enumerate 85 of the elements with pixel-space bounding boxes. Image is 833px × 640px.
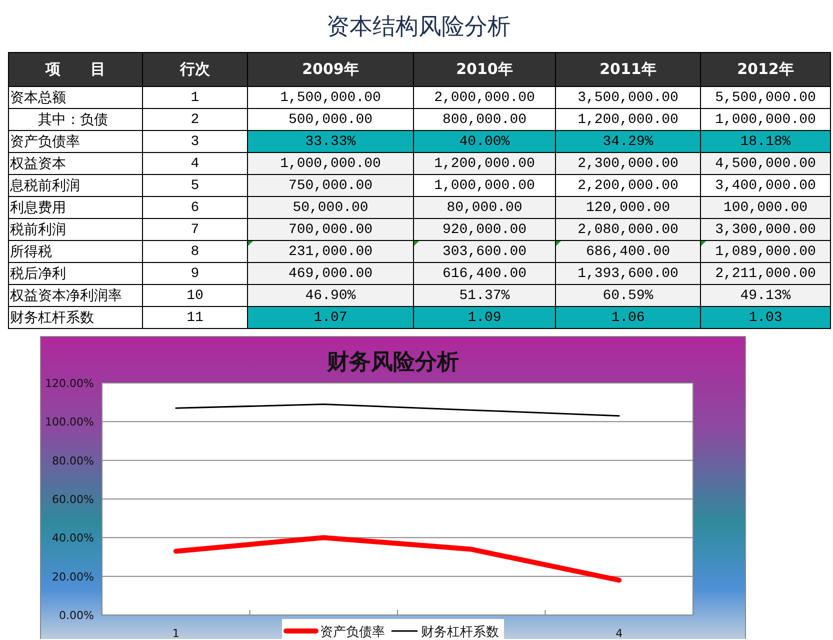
table-cell: 权益资本净利润率 — [8, 284, 142, 306]
table-cell: 1,200,000.00 — [556, 108, 700, 130]
table-cell: 2,300,000.00 — [556, 152, 700, 174]
axis-label: 0.00% — [59, 609, 94, 622]
table-cell: 469,000.00 — [248, 262, 414, 284]
table-cell: 税后净利 — [8, 262, 142, 284]
table-cell: 2,211,000.00 — [700, 262, 830, 284]
table-cell: 1.07 — [248, 306, 414, 328]
table-cell: 2,080,000.00 — [556, 218, 700, 240]
table-cell: 税前利润 — [8, 218, 142, 240]
table-cell: 1 — [142, 86, 248, 108]
table-cell: 7 — [142, 218, 248, 240]
axis-label: 20.00% — [52, 570, 94, 584]
table-cell: 800,000.00 — [414, 108, 556, 130]
table-cell: 资产负债率 — [8, 130, 142, 152]
table-cell: 1.09 — [414, 306, 556, 328]
table-cell: 8 — [142, 240, 248, 262]
legend-label: 资产负债率 — [320, 625, 385, 639]
table-cell: 9 — [142, 262, 248, 284]
table-cell: 11 — [142, 306, 248, 328]
table-cell: 4 — [142, 152, 248, 174]
legend-label: 财务杠杆系数 — [421, 625, 499, 639]
table-cell: 2,200,000.00 — [556, 174, 700, 196]
column-header: 项 目 — [8, 52, 142, 86]
table-cell: 3 — [142, 130, 248, 152]
table-cell: 5,500,000.00 — [700, 86, 830, 108]
table-cell: 10 — [142, 284, 248, 306]
axis-label: 120.00% — [45, 377, 94, 390]
table-cell: 50,000.00 — [248, 196, 414, 218]
table-cell: 3,300,000.00 — [700, 218, 830, 240]
table-cell: 750,000.00 — [248, 174, 414, 196]
table-cell: 700,000.00 — [248, 218, 414, 240]
table-cell: 1,089,000.00 — [700, 240, 830, 262]
table-cell: 1,500,000.00 — [248, 86, 414, 108]
table-cell: 616,400.00 — [414, 262, 556, 284]
table-cell: 46.90% — [248, 284, 414, 306]
table-cell: 息税前利润 — [8, 174, 142, 196]
table-cell: 40.00% — [414, 130, 556, 152]
table-cell: 4,500,000.00 — [700, 152, 830, 174]
table-cell: 1,200,000.00 — [414, 152, 556, 174]
column-header: 2012年 — [700, 52, 830, 86]
column-header: 2010年 — [414, 52, 556, 86]
table-cell: 303,600.00 — [414, 240, 556, 262]
table-cell: 3,400,000.00 — [700, 174, 830, 196]
table-cell: 100,000.00 — [700, 196, 830, 218]
table-cell: 920,000.00 — [414, 218, 556, 240]
table-cell: 33.33% — [248, 130, 414, 152]
table-cell: 1,000,000.00 — [414, 174, 556, 196]
table-cell: 1.03 — [700, 306, 830, 328]
column-header: 行次 — [142, 52, 248, 86]
table-cell: 6 — [142, 196, 248, 218]
table-cell: 3,500,000.00 — [556, 86, 700, 108]
axis-label: 1 — [172, 627, 180, 639]
axis-label: 100.00% — [45, 416, 94, 429]
table-cell: 49.13% — [700, 284, 830, 306]
table-cell: 60.59% — [556, 284, 700, 306]
table-cell: 80,000.00 — [414, 196, 556, 218]
table-cell: 2,000,000.00 — [414, 86, 556, 108]
table-cell: 利息费用 — [8, 196, 142, 218]
table-cell: 18.18% — [700, 130, 830, 152]
axis-label: 4 — [616, 627, 623, 639]
table-cell: 其中：负债 — [8, 108, 142, 130]
axis-label: 60.00% — [52, 493, 94, 506]
table-cell: 所得税 — [8, 240, 142, 262]
table-cell: 2 — [142, 108, 248, 130]
table-cell: 1.06 — [556, 306, 700, 328]
table-cell: 500,000.00 — [248, 108, 414, 130]
table-cell: 财务杠杆系数 — [8, 306, 142, 328]
table-cell: 34.29% — [556, 130, 700, 152]
table-cell: 资本总额 — [8, 86, 142, 108]
table-cell: 51.37% — [414, 284, 556, 306]
table-cell: 1,000,000.00 — [248, 152, 414, 174]
axis-label: 80.00% — [52, 454, 94, 468]
table-cell: 5 — [142, 174, 248, 196]
chart-title: 财务风险分析 — [327, 349, 459, 375]
table-cell: 120,000.00 — [556, 196, 700, 218]
table-cell: 231,000.00 — [248, 240, 414, 262]
axis-label: 40.00% — [52, 532, 94, 545]
table-cell: 1,000,000.00 — [700, 108, 830, 130]
table-cell: 权益资本 — [8, 152, 142, 174]
column-header: 2011年 — [556, 52, 700, 86]
column-header: 2009年 — [248, 52, 414, 86]
table-cell: 686,400.00 — [556, 240, 700, 262]
page-title: 资本结构风险分析 — [326, 12, 510, 42]
table-cell: 1,393,600.00 — [556, 262, 700, 284]
